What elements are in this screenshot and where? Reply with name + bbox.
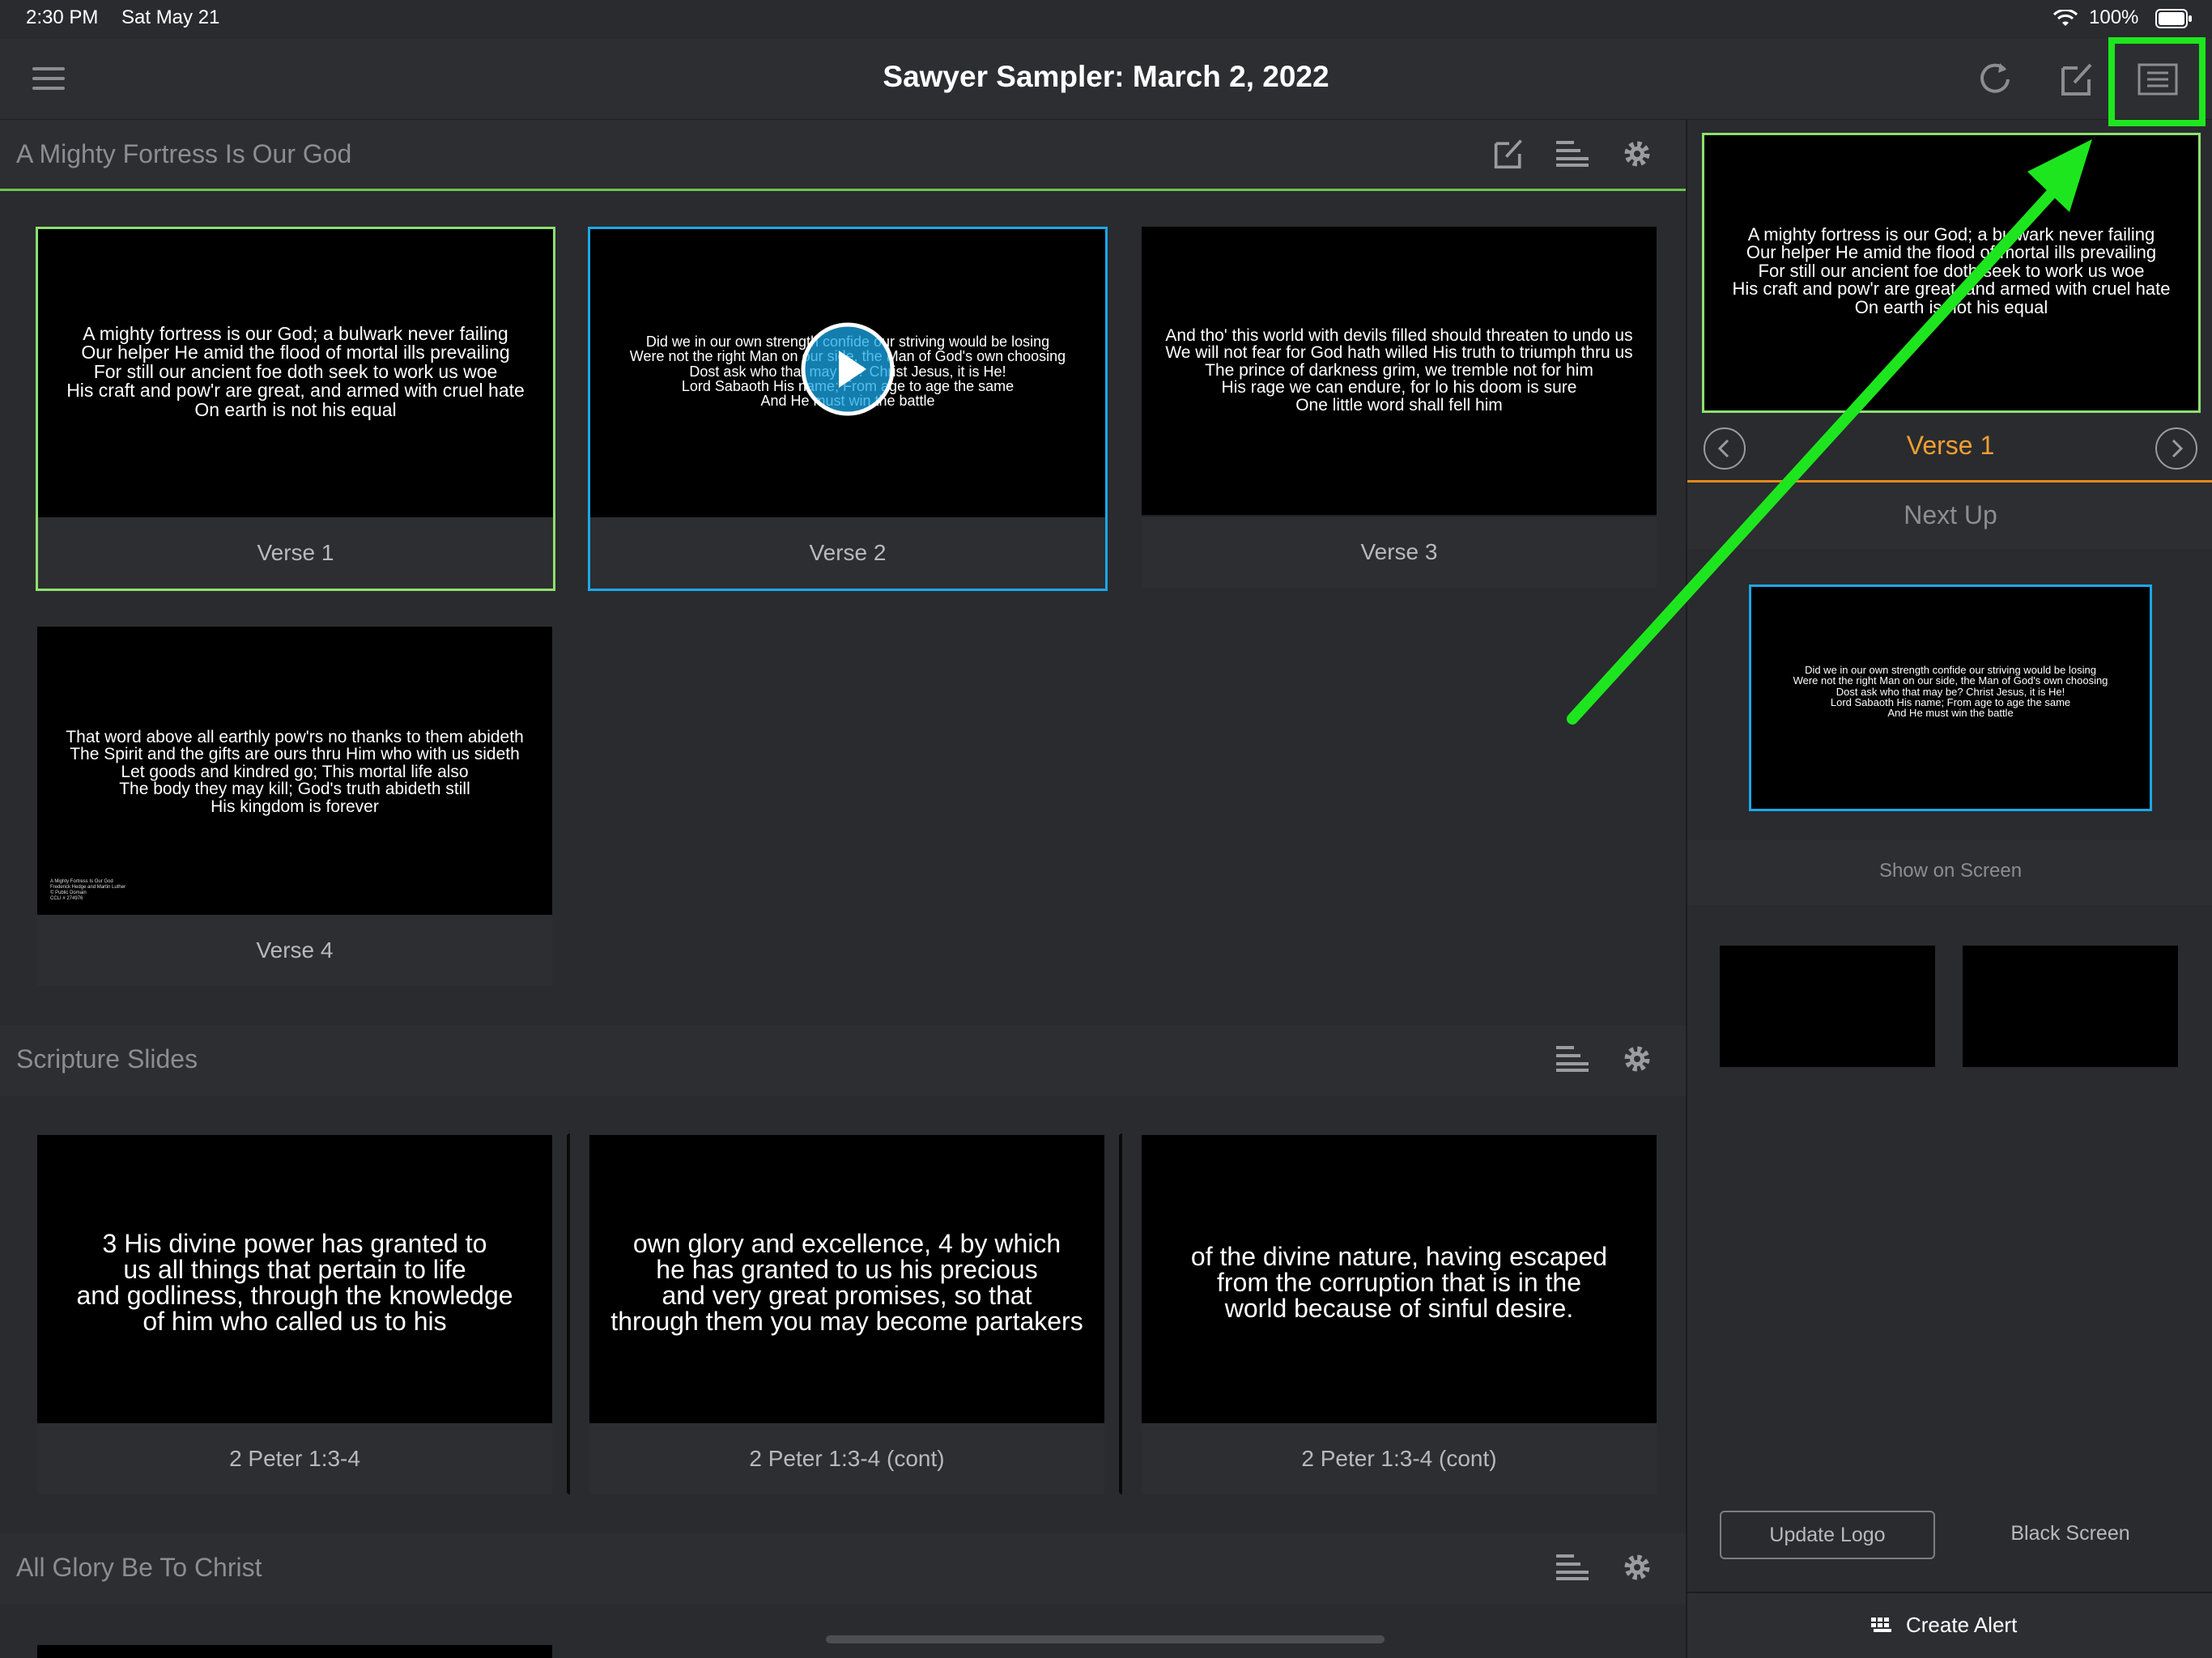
annotation-arrow	[1567, 139, 2092, 725]
home-indicator	[826, 1635, 1385, 1643]
